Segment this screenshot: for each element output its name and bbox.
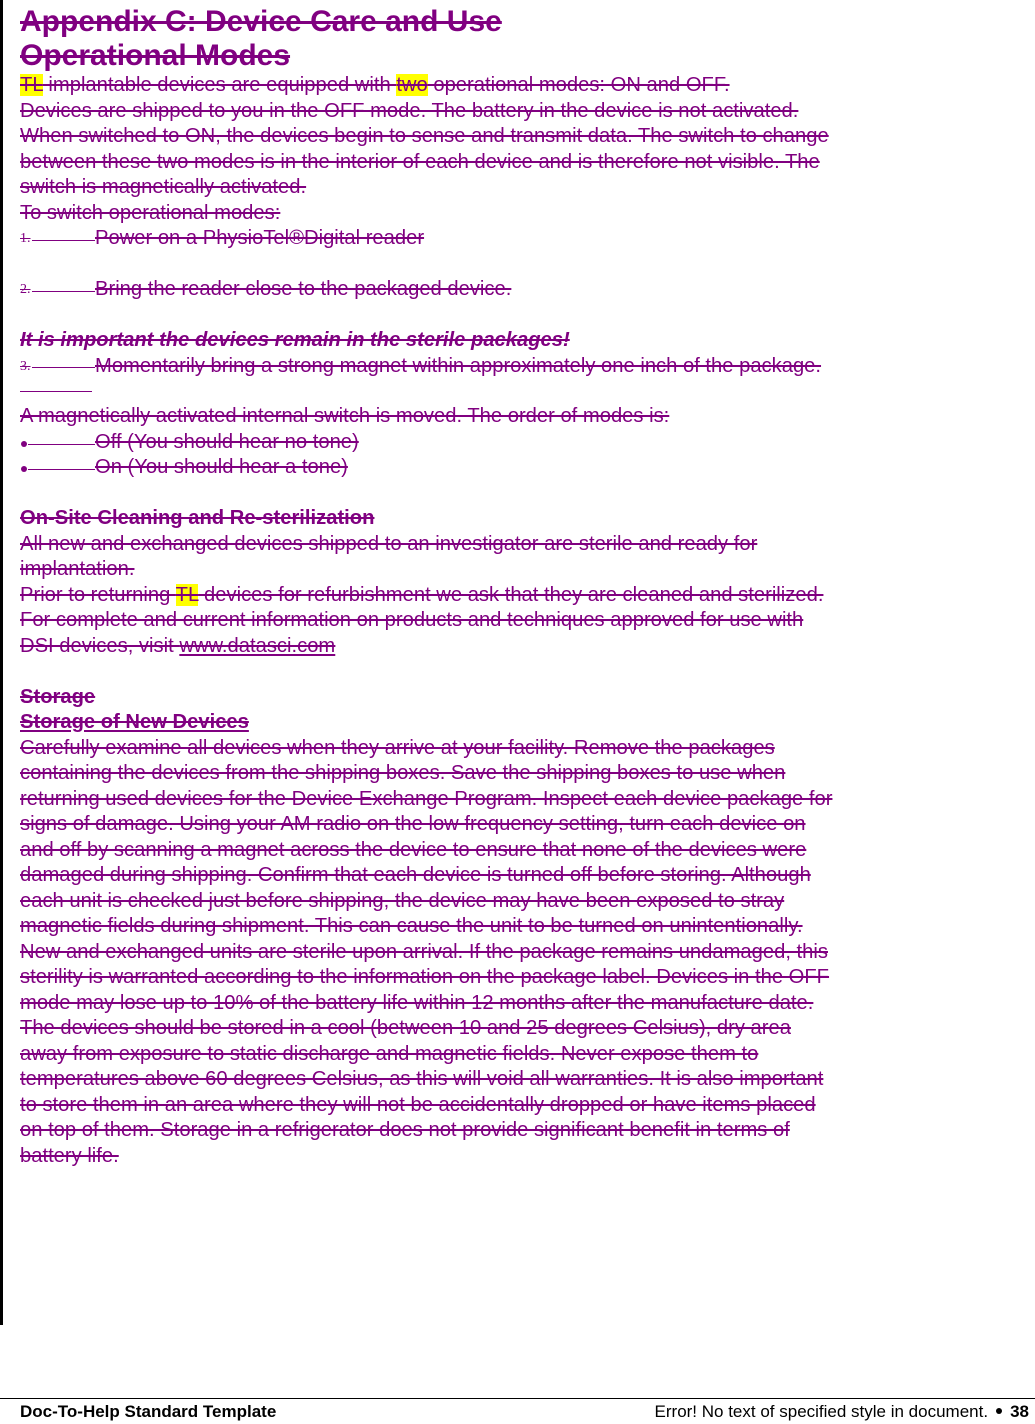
- page-footer: Doc-To-Help Standard Template Error! No …: [20, 1401, 1029, 1423]
- paragraph-line: damaged during shipping. Confirm that ea…: [20, 864, 811, 886]
- mode-text: On (You should hear a tone): [95, 456, 348, 478]
- paragraph-line: DSI devices, visit www.datasci.com: [20, 634, 336, 657]
- footer-divider: [0, 1398, 1035, 1399]
- step-item: 3. Momentarily bring a strong magnet with…: [20, 354, 1030, 380]
- paragraph-line: switch is magnetically activated.: [20, 176, 307, 198]
- paragraph-line: For complete and current information on …: [20, 609, 804, 631]
- mode-item: Off (You should hear no tone): [20, 430, 1030, 456]
- paragraph-line: and off by scanning a magnet across the …: [20, 838, 807, 861]
- modes-intro: A magnetically activated internal switch…: [20, 405, 670, 427]
- paragraph-line: sterility is warranted according to the …: [20, 966, 830, 988]
- storage-heading: Storage: [20, 685, 96, 708]
- paragraph-line: implantation.: [20, 558, 135, 580]
- steps-intro: To switch operational modes:: [20, 201, 281, 224]
- paragraph-line: containing the devices from the shipping…: [20, 762, 786, 784]
- storage-subheading: Storage of New Devices: [20, 711, 249, 733]
- step-number: 2.: [20, 277, 95, 303]
- highlight-two: two: [396, 74, 428, 96]
- footer-template-name: Doc-To-Help Standard Template: [20, 1402, 277, 1421]
- paragraph-line: each unit is checked just before shippin…: [20, 889, 785, 912]
- paragraph-line: mode may lose up to 10% of the battery l…: [20, 991, 814, 1014]
- document-page: Appendix C: Device Care and Use Operatio…: [20, 0, 1030, 1169]
- intro-line: TL implantable devices are equipped with…: [20, 74, 730, 96]
- paragraph-line: The devices should be stored in a cool (…: [20, 1017, 791, 1039]
- page-number: 38: [1010, 1402, 1029, 1421]
- paragraph-line: Prior to returning TL devices for refurb…: [20, 583, 824, 606]
- section-heading-operational-modes: Operational Modes: [20, 39, 291, 72]
- step-text: Bring the reader close to the packaged d…: [95, 278, 512, 300]
- footer-style-error: Error! No text of specified style in doc…: [654, 1402, 989, 1421]
- bullet-icon: [20, 455, 95, 481]
- highlight-tl: TL: [175, 583, 199, 606]
- paragraph-line: signs of damage. Using your AM radio on …: [20, 813, 806, 835]
- highlight-tl: TL: [20, 74, 43, 96]
- paragraph-line: away from exposure to static discharge a…: [20, 1042, 759, 1065]
- bullet-icon: [20, 430, 95, 456]
- paragraph-line: battery life.: [20, 1144, 119, 1167]
- step-item: 2. Bring the reader close to the packaged…: [20, 277, 1030, 303]
- step-item: 1. Power on a PhysioTel®Digital reader: [20, 226, 1030, 252]
- paragraph-line: temperatures above 60 degrees Celsius, a…: [20, 1068, 824, 1090]
- footer-right: Error! No text of specified style in doc…: [655, 1401, 1029, 1423]
- paragraph-line: between these two modes is in the interi…: [20, 150, 820, 173]
- step-text: Momentarily bring a strong magnet within…: [95, 354, 822, 377]
- paragraph-line: New and exchanged units are sterile upon…: [20, 940, 828, 963]
- mode-text: Off (You should hear no tone): [95, 430, 359, 453]
- step-number: 1.: [20, 226, 95, 252]
- sterile-warning: It is important the devices remain in th…: [20, 329, 570, 351]
- paragraph-line: When switched to ON, the devices begin t…: [20, 125, 829, 147]
- paragraph-line: returning used devices for the Device Ex…: [20, 787, 833, 810]
- cleaning-heading: On-Site Cleaning and Re-sterilization: [20, 507, 375, 529]
- paragraph-line: Carefully examine all devices when they …: [20, 736, 775, 759]
- paragraph-line: to store them in an area where they will…: [20, 1093, 816, 1116]
- separator-rule: [20, 391, 92, 392]
- datasci-link[interactable]: www.datasci.com: [179, 635, 335, 657]
- paragraph-line: on top of them. Storage in a refrigerato…: [20, 1119, 790, 1141]
- paragraph-line: Devices are shipped to you in the OFF mo…: [20, 99, 799, 122]
- step-number: 3.: [20, 354, 95, 380]
- mode-item: On (You should hear a tone): [20, 455, 1030, 481]
- appendix-heading: Appendix C: Device Care and Use: [20, 5, 502, 38]
- storage-paragraph: Carefully examine all devices when they …: [20, 736, 1030, 1170]
- bullet-icon: [996, 1408, 1003, 1415]
- revision-change-bar: [0, 0, 3, 1325]
- step-text: Power on a PhysioTel®Digital reader: [95, 227, 425, 249]
- paragraph-line: magnetic fields during shipment. This ca…: [20, 915, 803, 937]
- paragraph-line: All new and exchanged devices shipped to…: [20, 532, 758, 555]
